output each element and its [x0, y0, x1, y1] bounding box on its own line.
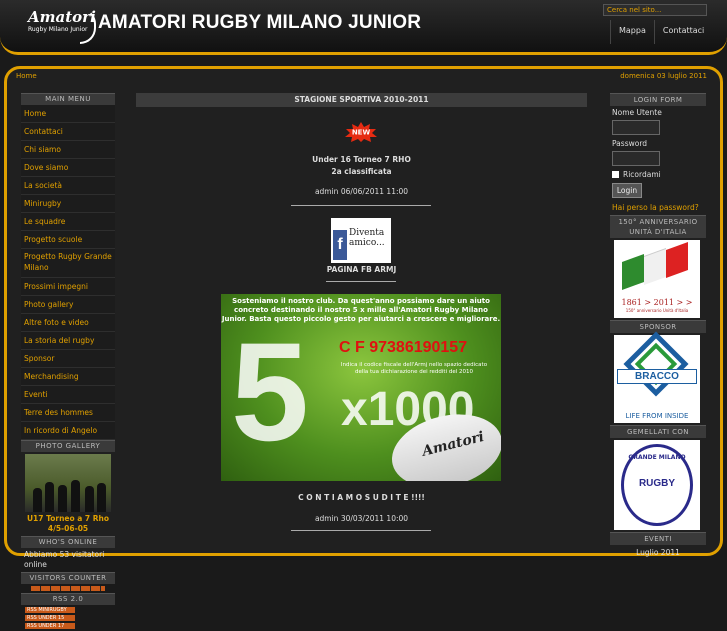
twinned-name: RUGBY: [638, 478, 676, 489]
password-field[interactable]: [612, 151, 660, 166]
news-title-u16[interactable]: Under 16 Torneo 7 RHO: [136, 155, 587, 164]
sponsor-name: BRACCO: [617, 369, 697, 384]
top-nav: Mappa Contattaci: [610, 20, 712, 44]
visitors-counter-heading: VISITORS COUNTER: [21, 572, 115, 584]
username-field[interactable]: [612, 120, 660, 135]
gallery-photo[interactable]: [25, 454, 111, 512]
new-badge-icon: NEW: [345, 122, 377, 142]
menu-item-altre-foto-video[interactable]: Altre foto e video: [21, 314, 115, 332]
news-meta-2: admin 30/03/2011 10:00: [314, 514, 409, 523]
menu-item-merchandising[interactable]: Merchandising: [21, 368, 115, 386]
remember-label: Ricordami: [623, 170, 661, 179]
menu-item-storia-rugby[interactable]: La storia del rugby: [21, 332, 115, 350]
facebook-badge-text: Diventa amico...: [349, 228, 385, 248]
rss-badge-under15[interactable]: RSS UNDER 15: [25, 615, 75, 621]
menu-item-le-squadre[interactable]: Le squadre: [21, 213, 115, 231]
menu-item-minirugby[interactable]: Minirugby: [21, 195, 115, 213]
news-subtitle-u16: 2a classificata: [331, 167, 392, 176]
calendar-month: Luglio 2011: [636, 548, 680, 557]
menu-item-sponsor[interactable]: Sponsor: [21, 350, 115, 368]
promo-small-text: Indica il codice fiscale dell'Armj nello…: [340, 362, 488, 375]
divider: [326, 281, 396, 282]
password-label: Password: [612, 139, 648, 148]
visitors-counter: [31, 586, 105, 591]
sponsor-tagline: LIFE FROM INSIDE: [625, 412, 689, 420]
menu-item-in-ricordo-angelo[interactable]: In ricordo di Angelo: [21, 422, 115, 440]
menu-item-dove-siamo[interactable]: Dove siamo: [21, 159, 115, 177]
site-title: AMATORI RUGBY MILANO JUNIOR: [98, 12, 422, 33]
menu-item-photo-gallery[interactable]: Photo gallery: [21, 296, 115, 314]
nav-contattaci[interactable]: Contattaci: [653, 20, 712, 44]
whos-online-heading: WHO'S ONLINE: [21, 536, 115, 548]
sponsor-heading: SPONSOR: [610, 320, 706, 333]
online-count: Abbiamo 53 visitatori online: [24, 550, 105, 569]
facebook-icon: f: [333, 230, 347, 260]
logo-subtext: Rugby Milano Junior: [28, 26, 88, 33]
news-meta-1: admin 06/06/2011 11:00: [314, 187, 409, 196]
promo-big-five: 5: [231, 313, 309, 470]
menu-item-progetto-rugby-grande-milano[interactable]: Progetto Rugby Grande Milano: [21, 249, 115, 278]
menu-item-terre-des-hommes[interactable]: Terre des hommes: [21, 404, 115, 422]
unita-italia-banner[interactable]: 1861 > 2011 > > 150° anniversario Unità …: [614, 240, 700, 318]
menu-item-eventi[interactable]: Eventi: [21, 386, 115, 404]
remember-checkbox[interactable]: Ricordami: [610, 168, 706, 181]
menu-item-home[interactable]: Home: [21, 105, 115, 123]
site-logo[interactable]: Amatori Rugby Milano Junior: [24, 6, 96, 44]
anniversary-years: 1861 > 2011 > >: [621, 298, 693, 307]
twinned-heading: GEMELLATI CON: [610, 425, 706, 438]
twinned-arc-text: GRANDE MILANO: [628, 454, 686, 461]
checkbox-icon[interactable]: [612, 171, 619, 178]
current-date: domenica 03 luglio 2011: [620, 72, 707, 80]
five-per-mille-banner[interactable]: 5 x1000 Sosteniamo il nostro club. Da qu…: [221, 294, 501, 481]
promo-text: Sosteniamo il nostro club. Da quest'anno…: [221, 297, 501, 323]
news-title-contiamo[interactable]: C O N T I A M O S U D I T E !!!!: [136, 493, 587, 502]
section-heading: STAGIONE SPORTIVA 2010-2011: [136, 93, 587, 107]
divider: [291, 205, 431, 206]
promo-codice-fiscale: C F 97386190157: [339, 339, 468, 356]
gallery-caption[interactable]: U17 Torneo a 7 Rho 4/5-06-05: [21, 512, 115, 536]
menu-item-chi-siamo[interactable]: Chi siamo: [21, 141, 115, 159]
rss-badge-minirugby[interactable]: RSS MINIRUGBY: [25, 607, 75, 613]
ball-label: Amatori: [420, 428, 486, 460]
username-label: Nome Utente: [612, 108, 662, 117]
nav-mappa[interactable]: Mappa: [610, 20, 654, 44]
rss-badge-under17[interactable]: RSS UNDER 17: [25, 623, 75, 629]
search-input[interactable]: Cerca nel sito...: [603, 4, 707, 16]
events-heading: EVENTI: [610, 532, 706, 545]
main-menu-heading: MAIN MENU: [21, 93, 115, 105]
menu-item-contattaci[interactable]: Contattaci: [21, 123, 115, 141]
site-header: Amatori Rugby Milano Junior AMATORI RUGB…: [0, 0, 727, 55]
new-badge-label: NEW: [352, 129, 371, 137]
photo-gallery-heading: PHOTO GALLERY: [21, 440, 115, 452]
login-button[interactable]: Login: [612, 183, 642, 198]
rss-heading: RSS 2.0: [21, 593, 115, 605]
facebook-caption[interactable]: PAGINA FB ARMJ: [136, 265, 587, 274]
grande-milano-logo[interactable]: GRANDE MILANO RUGBY: [614, 440, 700, 530]
menu-item-prossimi-impegni[interactable]: Prossimi impegni: [21, 278, 115, 296]
divider: [291, 530, 431, 531]
login-form-heading: LOGIN FORM: [610, 93, 706, 106]
menu-item-progetto-scuole[interactable]: Progetto scuole: [21, 231, 115, 249]
lost-password-link[interactable]: Hai perso la password?: [610, 200, 706, 215]
left-sidebar: MAIN MENU Home Contattaci Chi siamo Dove…: [21, 93, 115, 631]
facebook-badge[interactable]: f Diventa amico...: [331, 218, 391, 263]
bracco-sponsor-logo[interactable]: BRACCO LIFE FROM INSIDE: [614, 331, 700, 423]
menu-item-la-societa[interactable]: La società: [21, 177, 115, 195]
anniversary-heading: 150° ANNIVERSARIO UNITÀ D'ITALIA: [610, 215, 706, 238]
breadcrumb[interactable]: Home: [16, 72, 37, 80]
right-sidebar: LOGIN FORM Nome Utente Password Ricordam…: [610, 93, 706, 560]
main-content: STAGIONE SPORTIVA 2010-2011: [136, 93, 587, 107]
anniversary-small: 150° anniversario Unità d'Italia: [625, 308, 689, 313]
